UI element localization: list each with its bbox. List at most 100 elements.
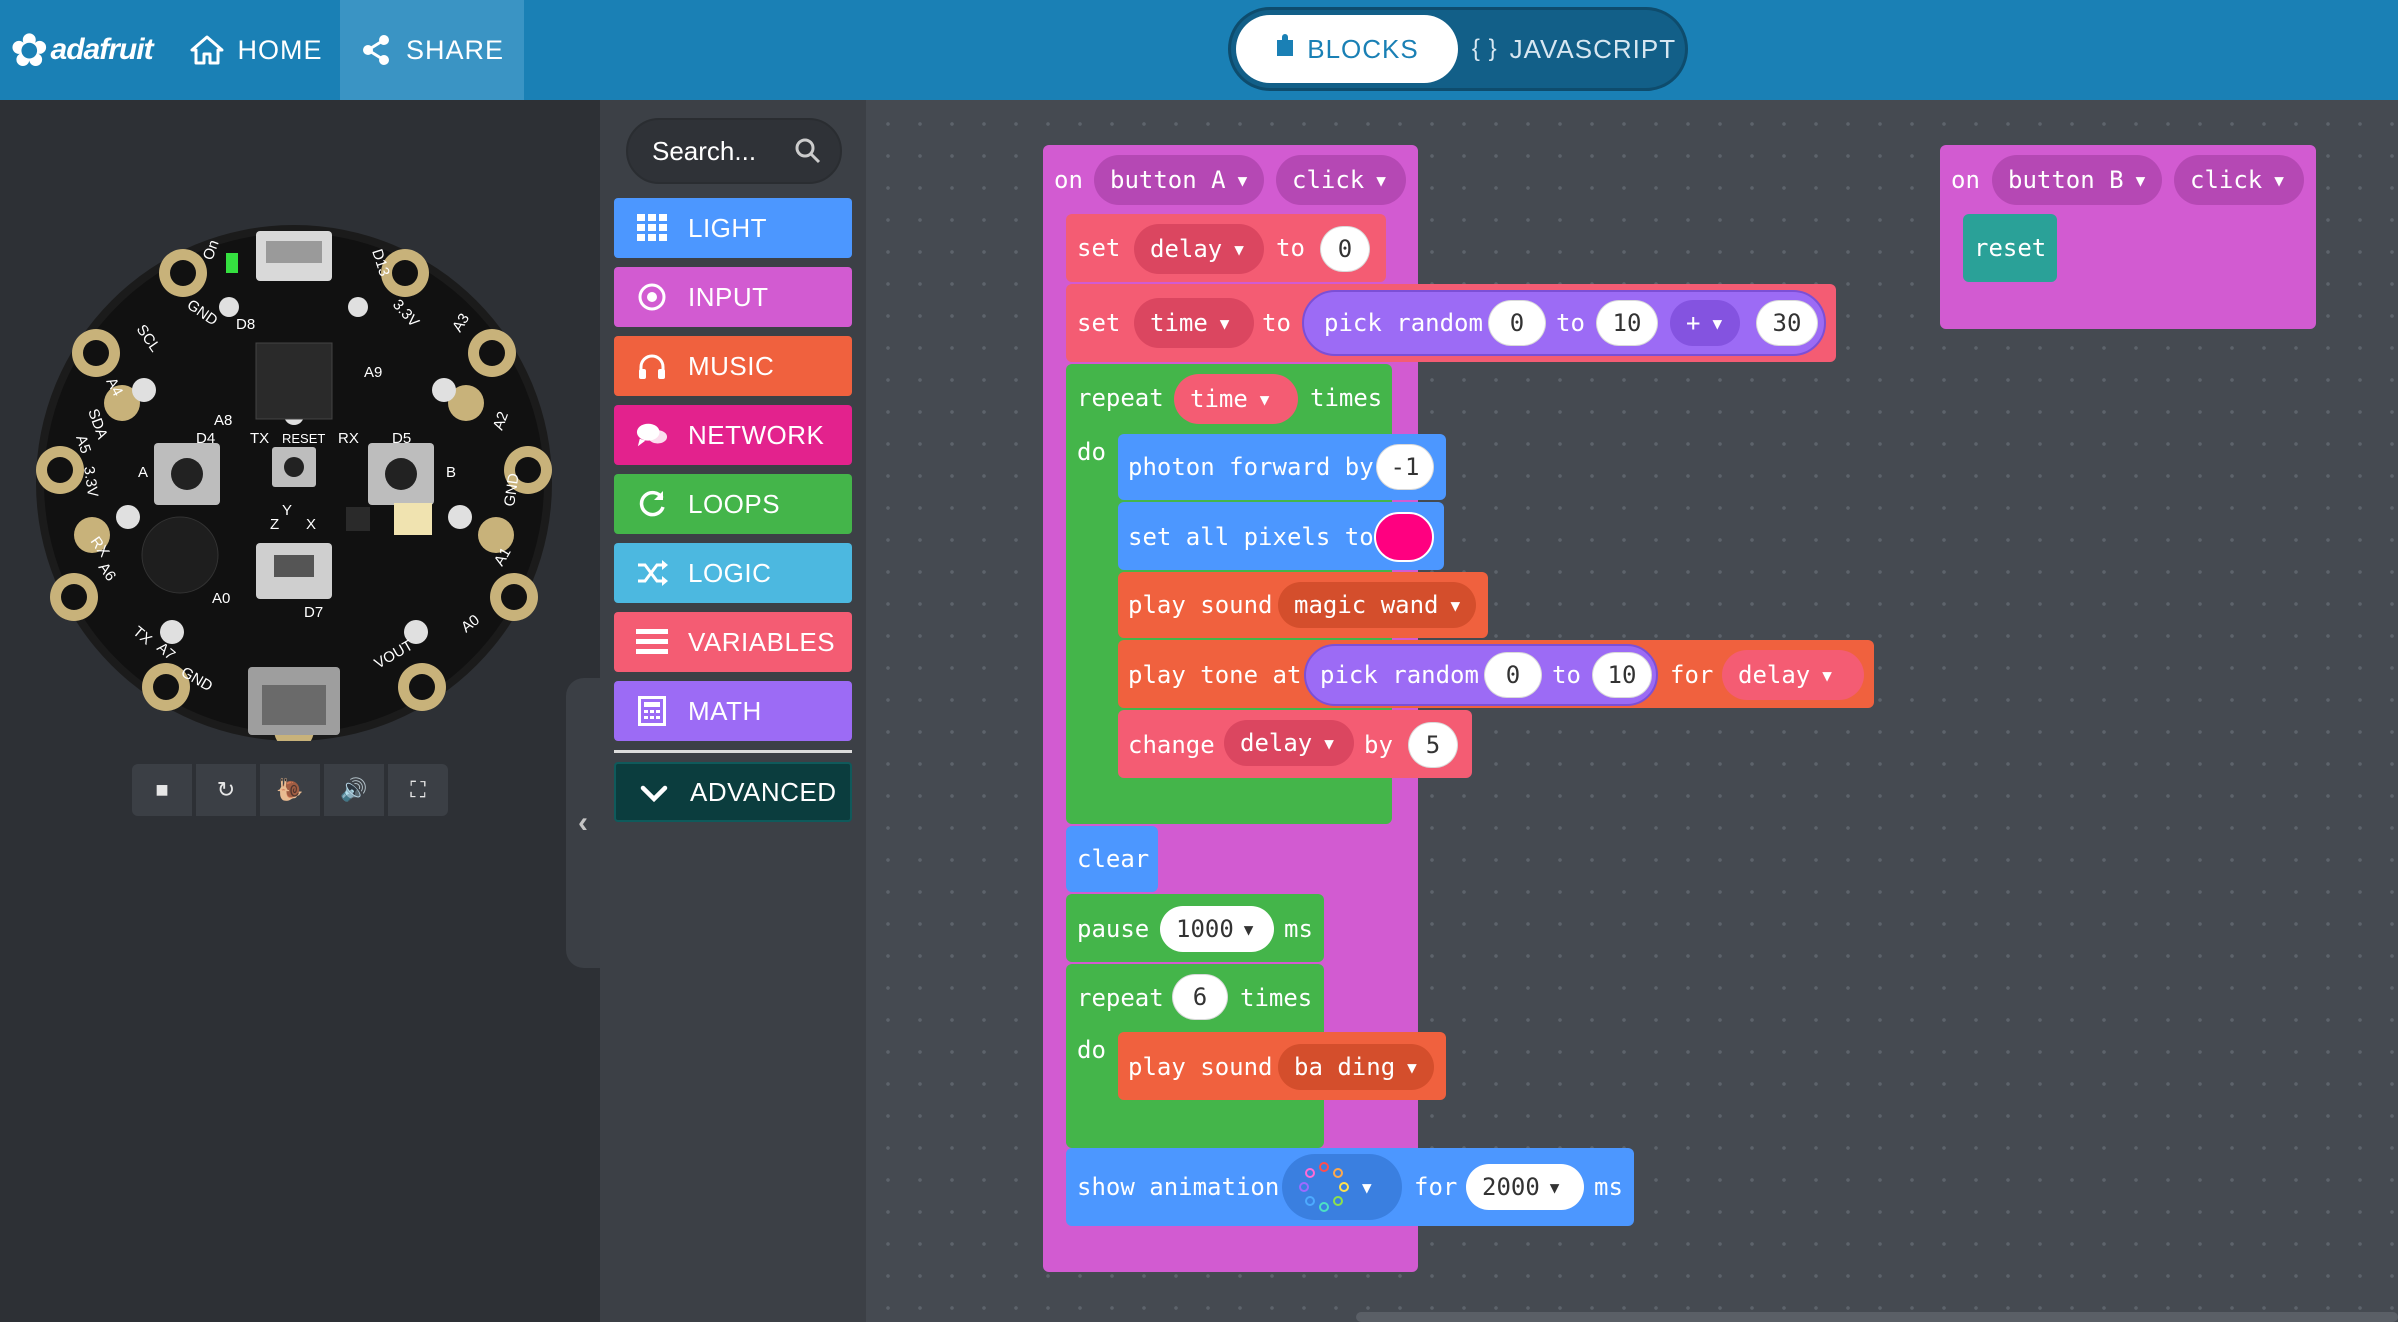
- caret-down-icon: ▼: [2135, 170, 2146, 190]
- do-label: do: [1077, 1036, 1106, 1064]
- var-name: time: [1150, 309, 1208, 337]
- repeat-label: repeat: [1077, 984, 1164, 1012]
- addend-input[interactable]: 30: [1756, 300, 1818, 346]
- random-max-input[interactable]: 10: [1596, 300, 1658, 346]
- caret-down-icon: ▼: [1362, 1177, 1372, 1197]
- category-label: LOOPS: [688, 488, 781, 519]
- duration-value: 2000: [1482, 1173, 1540, 1201]
- show-animation-label: show animation: [1077, 1173, 1280, 1201]
- caret-down-icon: ▼: [1324, 733, 1334, 753]
- duration-value: 1000: [1176, 915, 1234, 943]
- adafruit-logo[interactable]: ✿ adafruit: [10, 22, 154, 78]
- photon-value-input[interactable]: -1: [1376, 444, 1434, 490]
- collapse-simulator-button[interactable]: ‹: [566, 678, 600, 968]
- category-variables[interactable]: VARIABLES: [614, 612, 852, 672]
- javascript-label: JAVASCRIPT: [1509, 33, 1677, 64]
- search-icon: [794, 137, 822, 172]
- category-advanced[interactable]: ADVANCED: [614, 762, 852, 822]
- event-on-label: on: [1951, 166, 1980, 194]
- sound-dropdown[interactable]: ba ding ▼: [1278, 1044, 1434, 1090]
- category-label: NETWORK: [688, 419, 825, 450]
- home-label: HOME: [237, 34, 323, 65]
- blocks-label: BLOCKS: [1307, 33, 1419, 64]
- horizontal-scrollbar[interactable]: [1356, 1312, 2398, 1322]
- category-label: LIGHT: [688, 212, 768, 243]
- category-network[interactable]: NETWORK: [614, 405, 852, 465]
- category-label: INPUT: [688, 281, 769, 312]
- click-dropdown[interactable]: click ▼: [1276, 155, 1406, 205]
- click-dropdown[interactable]: click ▼: [2174, 155, 2304, 205]
- category-music[interactable]: MUSIC: [614, 336, 852, 396]
- category-loops[interactable]: LOOPS: [614, 474, 852, 534]
- svg-text:TX: TX: [250, 430, 269, 447]
- delay-value-input[interactable]: 0: [1320, 226, 1370, 272]
- pause-duration-dropdown[interactable]: 1000 ▼: [1160, 906, 1274, 952]
- category-label: ADVANCED: [690, 776, 837, 807]
- svg-text:D4: D4: [196, 430, 215, 447]
- category-label: MATH: [688, 695, 762, 726]
- reset-label: reset: [1974, 234, 2047, 262]
- calculator-icon: [636, 696, 668, 726]
- caret-down-icon: ▼: [1376, 170, 1386, 190]
- random-min-input[interactable]: 0: [1484, 652, 1542, 698]
- set-pixels-label: set all pixels to: [1128, 523, 1374, 551]
- animation-dropdown[interactable]: ▼: [1282, 1154, 1402, 1220]
- delay-var-dropdown[interactable]: delay ▼: [1134, 224, 1264, 274]
- category-logic[interactable]: LOGIC: [614, 543, 852, 603]
- caret-down-icon: ▼: [1407, 1057, 1417, 1077]
- animation-duration-dropdown[interactable]: 2000 ▼: [1466, 1164, 1584, 1210]
- delay-var-dropdown[interactable]: delay ▼: [1224, 720, 1354, 766]
- svg-text:A9: A9: [364, 364, 382, 381]
- stop-icon[interactable]: ■: [132, 764, 192, 816]
- search-placeholder: Search...: [652, 135, 757, 166]
- chevron-down-icon: [638, 779, 670, 809]
- restart-icon[interactable]: ↻: [196, 764, 256, 816]
- time-var-dropdown[interactable]: time ▼: [1174, 374, 1298, 424]
- random-min-input[interactable]: 0: [1488, 300, 1546, 346]
- caret-down-icon: ▼: [1712, 313, 1723, 333]
- simulator-toolbar: ■ ↻ 🐌 🔊 ⛶: [132, 764, 448, 816]
- clear-label: clear: [1077, 845, 1150, 873]
- var-name: delay: [1738, 661, 1811, 689]
- math-operator-dropdown[interactable]: + ▼: [1670, 300, 1740, 346]
- to-label: to: [1276, 234, 1305, 262]
- svg-text:RX: RX: [338, 430, 359, 447]
- delay-var-dropdown[interactable]: delay ▼: [1722, 650, 1864, 700]
- pixel-color-picker[interactable]: [1374, 512, 1434, 562]
- category-input[interactable]: INPUT: [614, 267, 852, 327]
- category-light[interactable]: LIGHT: [614, 198, 852, 258]
- svg-text:D5: D5: [392, 430, 411, 447]
- for-label: for: [1414, 1173, 1458, 1201]
- home-button[interactable]: HOME: [172, 0, 340, 100]
- svg-text:B: B: [446, 464, 456, 481]
- editor-toggle: BLOCKS { } JAVASCRIPT: [1228, 7, 1688, 91]
- svg-text:A8: A8: [214, 412, 232, 429]
- sound-icon[interactable]: 🔊: [324, 764, 384, 816]
- time-var-dropdown[interactable]: time ▼: [1134, 298, 1254, 348]
- button-a-dropdown[interactable]: button A ▼: [1094, 155, 1264, 205]
- caret-down-icon: ▼: [1549, 1177, 1560, 1197]
- toolbox: Search... LIGHT INPUT MUSIC NETWORK LOOP…: [600, 100, 866, 1322]
- javascript-tab[interactable]: { } JAVASCRIPT: [1463, 15, 1685, 83]
- svg-text:RESET: RESET: [282, 431, 325, 446]
- radio-icon: [636, 282, 668, 312]
- search-input[interactable]: Search...: [626, 118, 842, 184]
- repeat-label: repeat: [1077, 384, 1164, 412]
- category-math[interactable]: MATH: [614, 681, 852, 741]
- braces-icon: { }: [1471, 35, 1498, 62]
- click-value: click: [1292, 166, 1365, 194]
- var-name: delay: [1150, 235, 1223, 263]
- slow-motion-icon[interactable]: 🐌: [260, 764, 320, 816]
- top-bar: ✿ adafruit HOME SHARE BLOCKS { } JAVASCR…: [0, 0, 2398, 100]
- circuit-playground-board[interactable]: On D13 GND 3.3V D8 SCL A4 A3 A9 SDA A5 A…: [36, 225, 552, 741]
- var-name: delay: [1240, 729, 1313, 757]
- random-max-input[interactable]: 10: [1592, 652, 1652, 698]
- ms-label: ms: [1284, 915, 1313, 943]
- sound-dropdown[interactable]: magic wand ▼: [1278, 582, 1476, 628]
- button-b-dropdown[interactable]: button B ▼: [1992, 155, 2162, 205]
- repeat-count-input[interactable]: 6: [1172, 974, 1228, 1020]
- change-value-input[interactable]: 5: [1408, 722, 1458, 768]
- share-button[interactable]: SHARE: [340, 0, 524, 100]
- blocks-tab[interactable]: BLOCKS: [1236, 15, 1458, 83]
- fullscreen-icon[interactable]: ⛶: [388, 764, 448, 816]
